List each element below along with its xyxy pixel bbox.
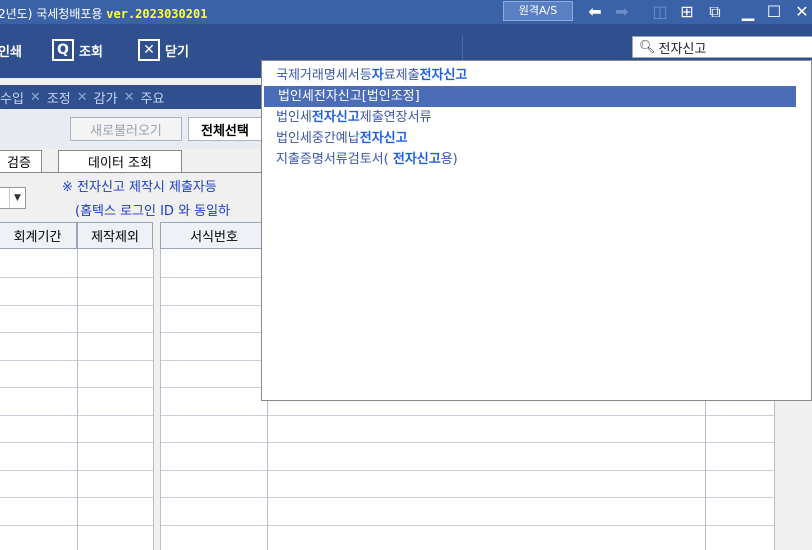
chevron-down-icon: ▼ [9,188,25,208]
tab-close-icon[interactable]: ✕ [77,90,88,105]
grid-row-line [160,442,774,443]
select-all-button[interactable]: 전체선택 [188,117,268,141]
maximize-icon[interactable]: ☐ [764,2,784,22]
close-icon: ✕ [138,39,160,61]
split-view-icon[interactable]: ◫ [650,2,670,22]
item-highlight: 전자신고 [419,68,468,83]
grid-view-icon[interactable]: ⊞ [677,2,697,22]
title-bar: 2년도) 국세청배포용 ver.2023030201 원격A/S ⬅ ➡ ◫ ⊞… [0,0,812,24]
tab-adjust[interactable]: 조정 [47,88,71,107]
menu-search-input[interactable]: 🔍︎ 전자신고 [632,36,812,58]
lookup-label: 조회 [79,44,103,60]
item-text: 용) [440,152,458,167]
search-results-dropdown: 국제거래명세서등자료제출전자신고 법인세전자신고[법인조정] 법인세전자신고제출… [261,60,812,401]
print-button[interactable]: 인쇄 [0,38,22,62]
lookup-icon: Q [52,39,74,61]
grid-col-line [77,249,78,550]
item-highlight: 전자신고 [359,131,408,146]
print-label: 인쇄 [0,44,22,60]
notice-line-2: (홈텍스 로그인 ID 와 동일하 [75,204,231,219]
item-text: 법인세 [276,110,312,125]
col-header-form-no: 서식번호 [160,222,268,249]
dropdown-item[interactable]: 법인세중간예납전자신고 [262,128,408,149]
dropdown-item-selected[interactable]: 법인세전자신고[법인조정] [264,86,796,107]
item-text: 국제거래명세서등 [276,68,372,83]
tab-depreciation[interactable]: 감가 [94,88,118,107]
close-window-icon[interactable]: ✕ [792,2,812,22]
item-highlight: 전자신고 [311,110,360,125]
item-text: 제출연장서류 [359,110,432,125]
remote-support-button[interactable]: 원격A/S [503,1,573,21]
back-arrow-icon[interactable]: ⬅ [585,2,605,22]
item-text: 법인세전자신고[법인조정] [278,89,420,104]
dropdown-item[interactable]: 지출증명서류검토서( 전자신고용) [262,149,458,170]
item-highlight: 전자신고 [392,152,441,167]
item-text: 지출증명서류검토서( [276,152,393,167]
search-value: 전자신고 [658,41,707,57]
col-header-period: 회계기간 [0,222,77,249]
subtab-verify[interactable]: 검증 [0,150,42,172]
grid-col-line [153,249,154,550]
tab-major[interactable]: 주요 [140,88,164,107]
subtab-baseline [0,172,262,173]
tab-close-icon[interactable]: ✕ [124,90,135,105]
reload-button[interactable]: 새로불러오기 [70,117,182,141]
restore-window-icon[interactable]: ⧉ [705,2,725,22]
open-tabs-strip: 수입 ✕ 조정 ✕ 감가 ✕ 주요 [0,85,262,109]
grid-col-line [160,249,161,550]
item-text: 료제출 [383,68,420,83]
notice-line-1: ※ 전자신고 제작시 제출자등 [62,180,217,195]
window-title: 2년도) 국세청배포용 ver.2023030201 [0,5,207,22]
grid-row-line [160,415,774,416]
title-text: 2년도) 국세청배포용 [0,7,107,21]
forward-arrow-icon[interactable]: ➡ [612,2,632,22]
tab-income[interactable]: 수입 [0,88,24,107]
tab-close-icon[interactable]: ✕ [30,90,41,105]
lookup-button[interactable]: Q 조회 [52,38,103,62]
grid-row-line [160,525,774,526]
version-label: ver.2023030201 [106,7,208,21]
minimize-icon[interactable]: ▁ [738,2,758,22]
close-label: 닫기 [165,44,189,60]
subtab-data-lookup[interactable]: 데이터 조회 [58,150,182,172]
search-icon: 🔍︎ [639,39,656,55]
dropdown-item[interactable]: 국제거래명세서등자료제출전자신고 [262,65,467,86]
filter-combo[interactable]: ▼ [0,187,26,209]
item-highlight: 자 [371,68,384,83]
col-header-exclude: 제작제외 [77,222,153,249]
dropdown-item[interactable]: 법인세전자신고제출연장서류 [262,107,432,128]
grid-row-line [160,470,774,471]
grid-row-line [160,497,774,498]
item-text: 법인세중간예납 [276,131,360,146]
close-button[interactable]: ✕ 닫기 [138,38,189,62]
